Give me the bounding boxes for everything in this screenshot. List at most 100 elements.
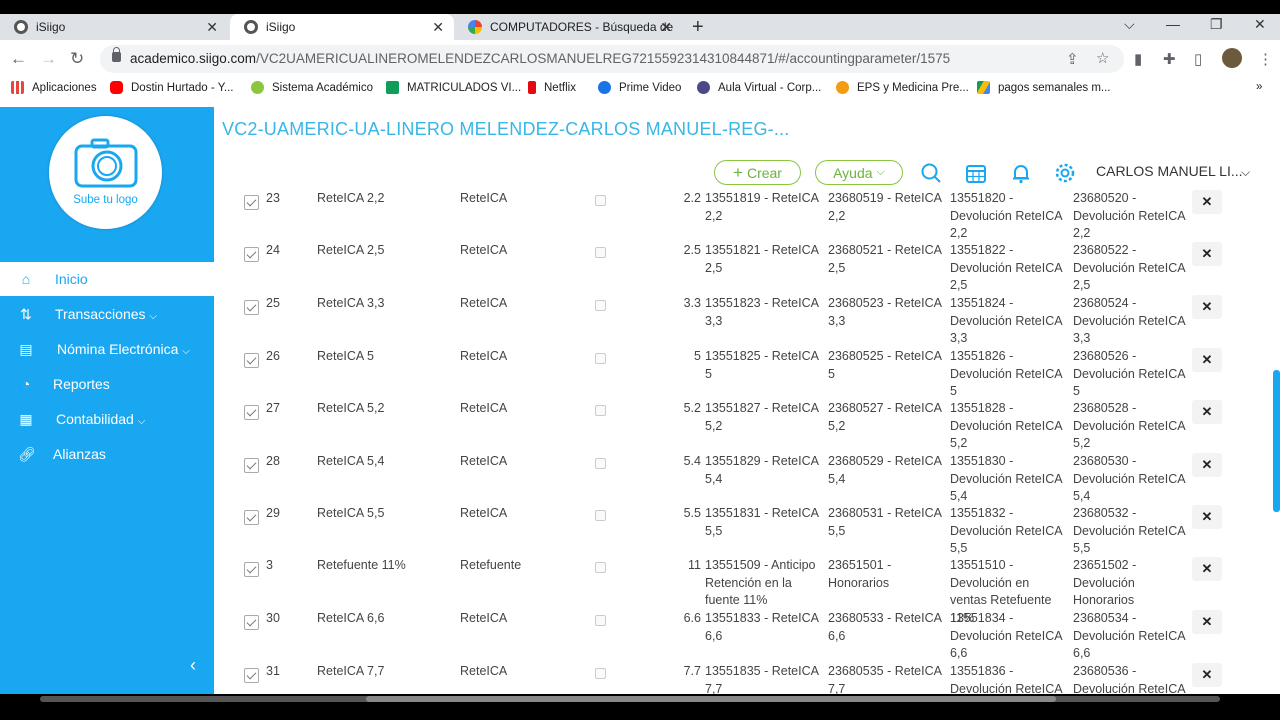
collapse-sidebar-icon[interactable]: ‹ <box>190 655 196 676</box>
cell-acc4: 23680528 - Devolución ReteICA 5,2 <box>1073 401 1185 450</box>
search-icon[interactable] <box>920 162 942 184</box>
option-checkbox[interactable] <box>595 247 606 258</box>
chevron-down-icon: ⌵ <box>876 166 885 178</box>
sidebar-item-nomina[interactable]: ▤ Nómina Electrónica ⌵ <box>0 332 214 366</box>
delete-row-icon[interactable]: ✕ <box>1192 400 1222 424</box>
bookmark-star-icon[interactable]: ☆ <box>1096 49 1109 67</box>
bookmark-prime-video[interactable]: Prime Video <box>598 81 681 94</box>
table-row: 27 ReteICA 5,2 ReteICA 5.2 13551827 - ReteIC… <box>214 400 1280 452</box>
option-checkbox[interactable] <box>595 405 606 416</box>
upload-logo-button[interactable]: Sube tu logo <box>49 116 162 229</box>
bookmark-netflix[interactable]: Netflix <box>528 81 576 94</box>
option-checkbox[interactable] <box>595 615 606 626</box>
delete-row-icon[interactable]: ✕ <box>1192 242 1222 266</box>
active-checkbox[interactable] <box>244 247 259 262</box>
browser-tab-2[interactable]: iSiigo ✕ <box>230 14 454 40</box>
delete-row-icon[interactable]: ✕ <box>1192 610 1222 634</box>
crear-button[interactable]: + Crear <box>714 160 801 185</box>
address-bar[interactable]: academico.siigo.com/VC2UAMERICUALINEROME… <box>100 45 1124 73</box>
option-checkbox[interactable] <box>595 510 606 521</box>
close-window-icon[interactable]: ✕ <box>1254 16 1266 33</box>
active-checkbox[interactable] <box>244 562 259 577</box>
back-icon[interactable]: ← <box>10 49 27 69</box>
profile-avatar[interactable] <box>1222 48 1242 68</box>
aula-virtual-icon <box>697 81 710 94</box>
active-checkbox[interactable] <box>244 405 259 420</box>
accounting-parameters-table: 23 ReteICA 2,2 ReteICA 2.2 13551819 - ReteIC… <box>214 190 1280 694</box>
horizontal-scrollbar-thumb[interactable] <box>366 696 1056 702</box>
active-checkbox[interactable] <box>244 458 259 473</box>
table-row: 24 ReteICA 2,5 ReteICA 2.5 13551821 - ReteIC… <box>214 242 1280 294</box>
forward-icon[interactable]: → <box>40 49 57 69</box>
option-checkbox[interactable] <box>595 668 606 679</box>
cell-name: ReteICA 6,6 <box>317 611 385 625</box>
browser-tab-3[interactable]: COMPUTADORES - Búsqueda de ✕ <box>454 14 682 40</box>
extension-1-icon[interactable]: ▮ <box>1134 50 1142 68</box>
user-name[interactable]: CARLOS MANUEL LI... <box>1096 163 1243 179</box>
bookmark-aula-virtual[interactable]: Aula Virtual - Corp... <box>697 81 821 94</box>
restore-icon[interactable]: ❐ <box>1210 16 1223 33</box>
active-checkbox[interactable] <box>244 668 259 683</box>
youtube-icon <box>110 81 123 94</box>
bell-icon[interactable] <box>1010 162 1032 184</box>
cell-code: 30 <box>266 611 280 625</box>
accounting-icon: ▦ <box>19 411 33 427</box>
cell-acc4: 23680522 - Devolución ReteICA 2,5 <box>1073 243 1185 292</box>
browser-menu-icon[interactable]: ⋮ <box>1258 50 1273 68</box>
sidebar-item-alianzas[interactable]: 🔗︎ Alianzas <box>0 437 214 471</box>
share-icon[interactable]: ⇪ <box>1066 50 1079 68</box>
bookmark-sistema-academico[interactable]: Sistema Académico <box>251 81 373 94</box>
url-text[interactable]: academico.siigo.com/VC2UAMERICUALINEROME… <box>130 51 950 66</box>
option-checkbox[interactable] <box>595 195 606 206</box>
active-checkbox[interactable] <box>244 300 259 315</box>
tab-close-icon[interactable]: ✕ <box>206 19 218 36</box>
browser-tab-1[interactable]: iSiigo ✕ <box>0 14 228 40</box>
chevron-down-icon: ⌵ <box>182 346 190 357</box>
delete-row-icon[interactable]: ✕ <box>1192 663 1222 687</box>
delete-row-icon[interactable]: ✕ <box>1192 190 1222 214</box>
bookmark-youtube[interactable]: Dostin Hurtado - Y... <box>110 81 234 94</box>
sidebar-item-inicio[interactable]: ⌂ Inicio <box>0 262 214 296</box>
delete-row-icon[interactable]: ✕ <box>1192 505 1222 529</box>
tab-search-icon[interactable]: ⌵ <box>1124 16 1135 33</box>
active-checkbox[interactable] <box>244 353 259 368</box>
delete-row-icon[interactable]: ✕ <box>1192 295 1222 319</box>
option-checkbox[interactable] <box>595 353 606 364</box>
extensions-puzzle-icon[interactable]: ✚ <box>1163 50 1176 68</box>
tab-close-icon[interactable]: ✕ <box>660 19 672 36</box>
minimize-icon[interactable]: — <box>1166 16 1180 32</box>
option-checkbox[interactable] <box>595 458 606 469</box>
bookmark-eps[interactable]: EPS y Medicina Pre... <box>836 81 969 94</box>
calendar-icon[interactable] <box>965 162 987 184</box>
bookmark-pagos[interactable]: pagos semanales m... <box>977 81 1111 94</box>
delete-row-icon[interactable]: ✕ <box>1192 557 1222 581</box>
sidebar-item-reportes[interactable]: ◔ Reportes <box>0 367 214 401</box>
sidebar-item-label: Transacciones <box>55 306 146 322</box>
active-checkbox[interactable] <box>244 615 259 630</box>
chevron-down-icon[interactable]: ⌵ <box>1241 165 1250 180</box>
tab-close-icon[interactable]: ✕ <box>432 19 444 36</box>
company-title: VC2-UAMERIC-UA-LINERO MELENDEZ-CARLOS MA… <box>222 119 790 139</box>
cell-name: ReteICA 7,7 <box>317 664 385 678</box>
ayuda-button[interactable]: Ayuda ⌵ <box>815 160 903 185</box>
vertical-scrollbar[interactable] <box>1273 370 1280 512</box>
side-panel-icon[interactable]: ▯ <box>1194 50 1202 68</box>
option-checkbox[interactable] <box>595 300 606 311</box>
more-bookmarks-icon[interactable]: » <box>1256 81 1262 93</box>
option-checkbox[interactable] <box>595 562 606 573</box>
delete-row-icon[interactable]: ✕ <box>1192 453 1222 477</box>
bookmark-apps[interactable]: Aplicaciones <box>11 81 97 94</box>
cell-pct: 2.5 <box>683 243 701 257</box>
cell-type: ReteICA <box>460 243 508 257</box>
sidebar-item-contabilidad[interactable]: ▦ Contabilidad ⌵ <box>0 402 214 436</box>
bookmark-matriculados[interactable]: MATRICULADOS VI... <box>386 81 521 94</box>
delete-row-icon[interactable]: ✕ <box>1192 348 1222 372</box>
gear-icon[interactable] <box>1054 162 1076 184</box>
cell-acc2: 23680533 - ReteICA 6,6 <box>828 611 942 643</box>
reload-icon[interactable]: ↻ <box>70 49 84 69</box>
browser-tab-strip: iSiigo ✕ iSiigo ✕ COMPUTADORES - Búsqued… <box>0 14 1280 40</box>
active-checkbox[interactable] <box>244 510 259 525</box>
sidebar-item-transacciones[interactable]: ⇅ Transacciones ⌵ <box>0 297 214 331</box>
new-tab-button[interactable]: + <box>692 16 704 39</box>
active-checkbox[interactable] <box>244 195 259 210</box>
